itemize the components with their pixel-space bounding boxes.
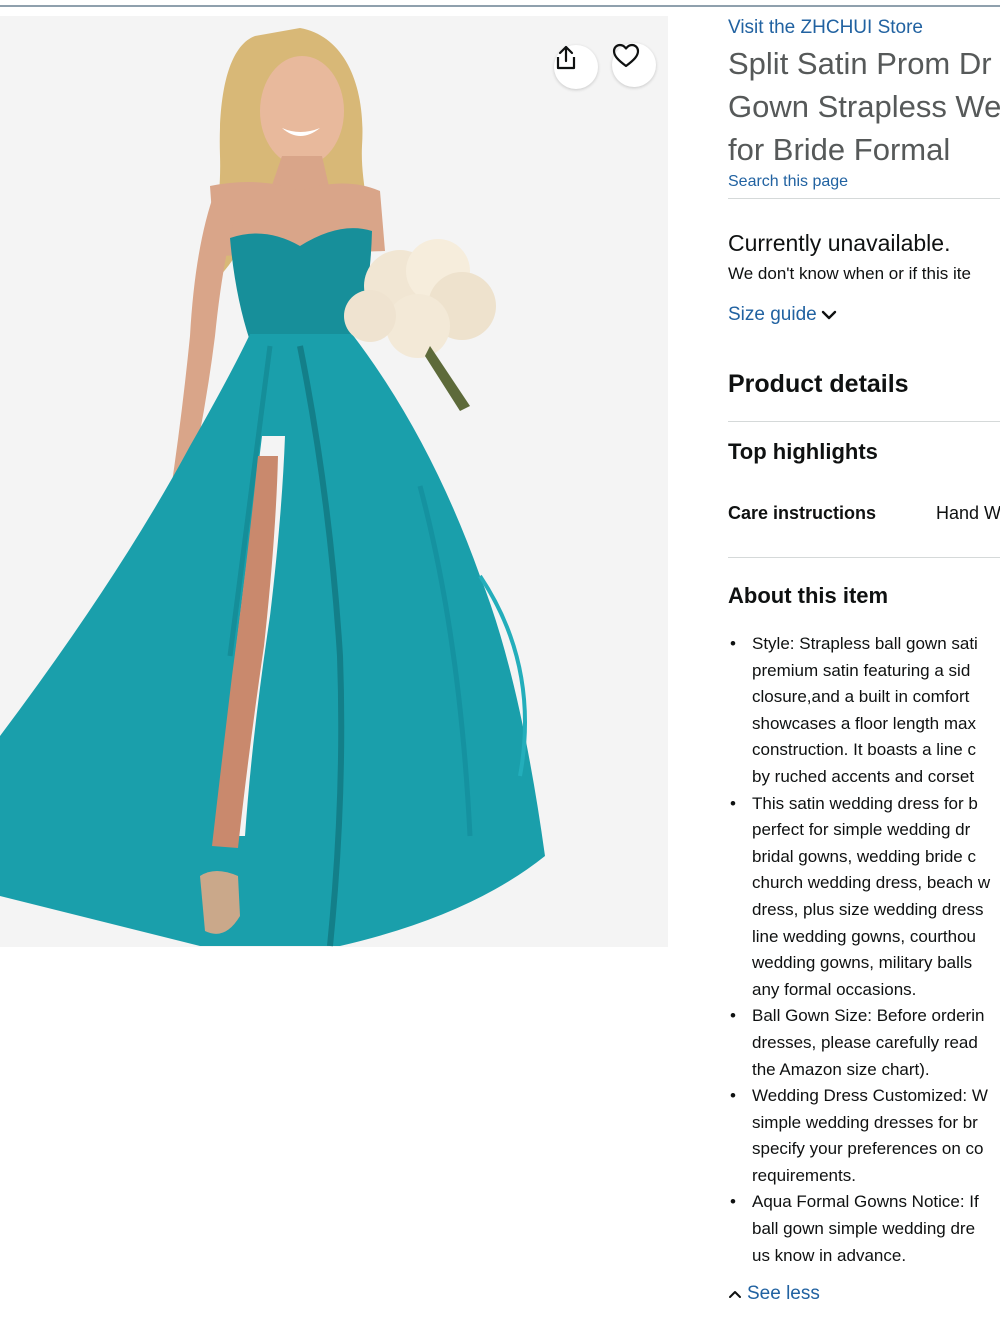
bullet-line: simple wedding dresses for br	[752, 1112, 978, 1132]
title-line: Gown Strapless We	[728, 89, 1000, 124]
detail-value: Hand W	[936, 503, 1000, 523]
wishlist-button[interactable]	[612, 43, 656, 87]
bullet-line: perfect for simple wedding dr	[752, 820, 971, 840]
bullet-line: us know in advance.	[752, 1245, 907, 1265]
availability-note: We don't know when or if this ite	[728, 264, 971, 283]
search-page-link[interactable]: Search this page	[728, 173, 848, 191]
about-bullets: Style: Strapless ball gown sati premium …	[728, 631, 1000, 1269]
bullet-line: construction. It boasts a line c	[752, 740, 976, 760]
bullet-line: the Amazon size chart).	[752, 1059, 930, 1079]
product-details-heading: Product details	[728, 370, 909, 398]
bullet-line: dress, plus size wedding dress	[752, 899, 984, 919]
bullet-line: closure,and a built in comfort	[752, 687, 970, 707]
share-icon	[556, 45, 576, 70]
bullet-line: Ball Gown Size: Before orderin	[752, 1006, 985, 1026]
product-title: Split Satin Prom Dr Gown Strapless We fo…	[728, 42, 1000, 171]
list-item: This satin wedding dress for b perfect f…	[728, 791, 1000, 1004]
top-highlights-heading: Top highlights	[728, 439, 878, 464]
bullet-line: premium satin featuring a sid	[752, 660, 971, 680]
store-link[interactable]: Visit the ZHCHUI Store	[728, 17, 923, 39]
chevron-down-icon	[821, 310, 836, 320]
product-image[interactable]	[0, 16, 668, 947]
dress-illustration	[0, 28, 545, 947]
heart-icon	[612, 43, 640, 68]
availability-status: Currently unavailable.	[728, 230, 951, 256]
bullet-line: church wedding dress, beach w	[752, 873, 991, 893]
divider	[728, 198, 1000, 199]
list-item: Style: Strapless ball gown sati premium …	[728, 631, 1000, 791]
bullet-line: line wedding gowns, courthou	[752, 926, 976, 946]
size-guide-link[interactable]: Size guide	[728, 304, 837, 326]
bullet-line: ball gown simple wedding dre	[752, 1219, 976, 1239]
chevron-up-icon	[729, 1291, 741, 1298]
bullet-line: by ruched accents and corset	[752, 766, 975, 786]
see-less-label: See less	[747, 1283, 820, 1304]
size-guide-label: Size guide	[728, 304, 817, 325]
bullet-line: showcases a floor length max	[752, 713, 976, 733]
bullet-line: specify your preferences on co	[752, 1139, 984, 1159]
bullet-line: wedding gowns, military balls	[752, 953, 973, 973]
bullet-line: any formal occasions.	[752, 979, 917, 999]
divider	[728, 421, 1000, 422]
list-item: Ball Gown Size: Before orderin dresses, …	[728, 1003, 1000, 1083]
see-less-link[interactable]: See less	[728, 1283, 820, 1305]
about-heading: About this item	[728, 583, 889, 608]
title-line: Split Satin Prom Dr	[728, 46, 992, 81]
bullet-line: dresses, please carefully read	[752, 1032, 978, 1052]
share-button[interactable]	[554, 45, 598, 89]
detail-label: Care instructions	[728, 503, 877, 523]
list-item: Aqua Formal Gowns Notice: If ball gown s…	[728, 1189, 1000, 1269]
bullet-line: Style: Strapless ball gown sati	[752, 634, 978, 653]
bullet-line: Aqua Formal Gowns Notice: If	[752, 1192, 979, 1212]
title-line: for Bride Formal	[728, 132, 951, 167]
bullet-line: This satin wedding dress for b	[752, 793, 978, 813]
divider	[728, 557, 1000, 558]
bullet-line: bridal gowns, wedding bride c	[752, 846, 976, 866]
bullet-line: Wedding Dress Customized: W	[752, 1086, 988, 1106]
top-border	[0, 0, 1000, 7]
list-item: Wedding Dress Customized: W simple weddi…	[728, 1083, 1000, 1189]
bullet-line: requirements.	[752, 1165, 856, 1185]
